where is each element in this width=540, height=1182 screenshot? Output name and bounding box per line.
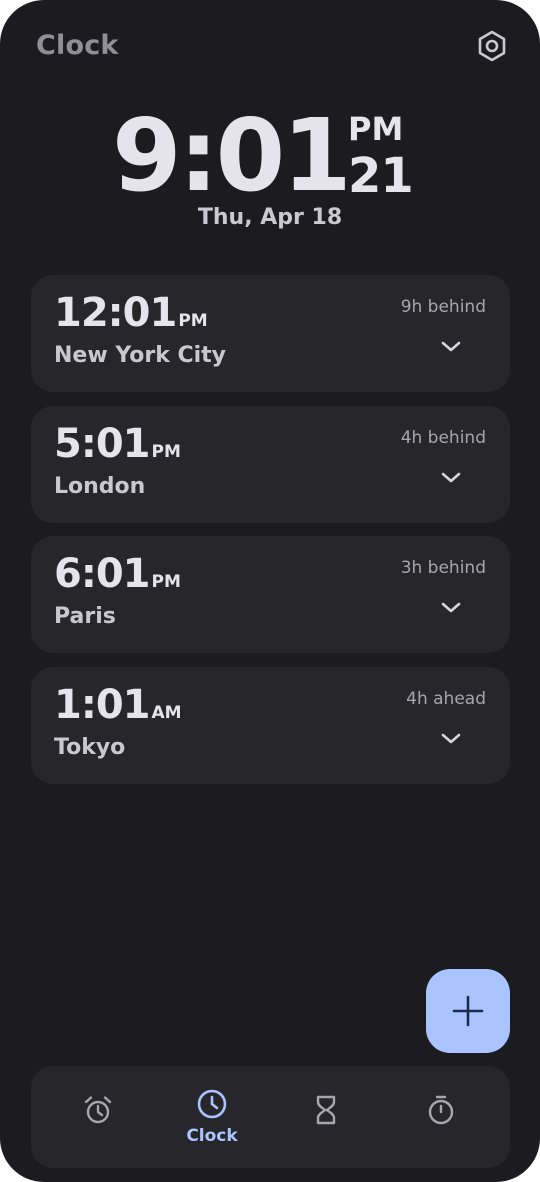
app-title: Clock (36, 30, 119, 61)
city-card-london[interactable]: 5:01 PM London 4h behind (31, 406, 510, 523)
plus-icon (452, 995, 484, 1027)
chevron-down-icon (441, 602, 461, 613)
stopwatch-icon (428, 1095, 454, 1125)
nav-alarm[interactable] (48, 1066, 148, 1168)
local-time-display: 9:01 PM 21 (0, 97, 540, 214)
chevron-down-icon (441, 472, 461, 483)
city-time-suffix: PM (178, 311, 208, 331)
clock-icon (197, 1089, 227, 1119)
city-time-value: 5:01 (54, 421, 150, 467)
city-time-value: 6:01 (54, 551, 150, 597)
alarm-icon (84, 1096, 112, 1124)
expand-button[interactable] (435, 723, 467, 755)
city-time: 6:01 PM (54, 550, 181, 606)
city-offset: 9h behind (400, 297, 486, 317)
city-name: London (54, 474, 146, 499)
local-time-hours-minutes: 9:01 (112, 97, 352, 214)
settings-hexagon-icon (478, 30, 506, 62)
city-time-value: 1:01 (54, 682, 150, 728)
local-time-ampm: PM (348, 110, 404, 148)
city-time-value: 12:01 (54, 290, 177, 336)
city-offset: 3h behind (400, 558, 486, 578)
city-name: New York City (54, 343, 227, 368)
city-time: 12:01 PM (54, 289, 208, 345)
city-time: 1:01 AM (54, 681, 182, 737)
chevron-down-icon (441, 341, 461, 352)
nav-stopwatch[interactable] (391, 1066, 491, 1168)
nav-timer[interactable] (276, 1066, 376, 1168)
city-time-suffix: AM (151, 703, 182, 723)
chevron-down-icon (441, 733, 461, 744)
expand-button[interactable] (435, 592, 467, 624)
city-time-suffix: PM (151, 572, 181, 592)
add-city-button[interactable] (426, 969, 510, 1053)
city-offset: 4h behind (400, 428, 486, 448)
nav-clock[interactable]: Clock (162, 1066, 262, 1168)
settings-button[interactable] (470, 24, 514, 68)
city-card-tokyo[interactable]: 1:01 AM Tokyo 4h ahead (31, 667, 510, 784)
city-card-paris[interactable]: 6:01 PM Paris 3h behind (31, 536, 510, 653)
expand-button[interactable] (435, 462, 467, 494)
city-card-new-york[interactable]: 12:01 PM New York City 9h behind (31, 275, 510, 392)
city-time-suffix: PM (151, 442, 181, 462)
local-date: Thu, Apr 18 (197, 205, 343, 230)
city-time: 5:01 PM (54, 420, 181, 476)
clock-app-screen: Clock 9:01 PM 21 Thu, Apr 18 12:01 PM New… (0, 0, 540, 1182)
hourglass-icon (316, 1095, 336, 1125)
city-name: Tokyo (54, 735, 126, 760)
expand-button[interactable] (435, 331, 467, 363)
bottom-navigation: Clock (31, 1066, 510, 1168)
nav-clock-label: Clock (186, 1126, 238, 1146)
city-offset: 4h ahead (406, 689, 486, 709)
city-name: Paris (54, 604, 116, 629)
local-time-seconds: 21 (348, 148, 414, 204)
